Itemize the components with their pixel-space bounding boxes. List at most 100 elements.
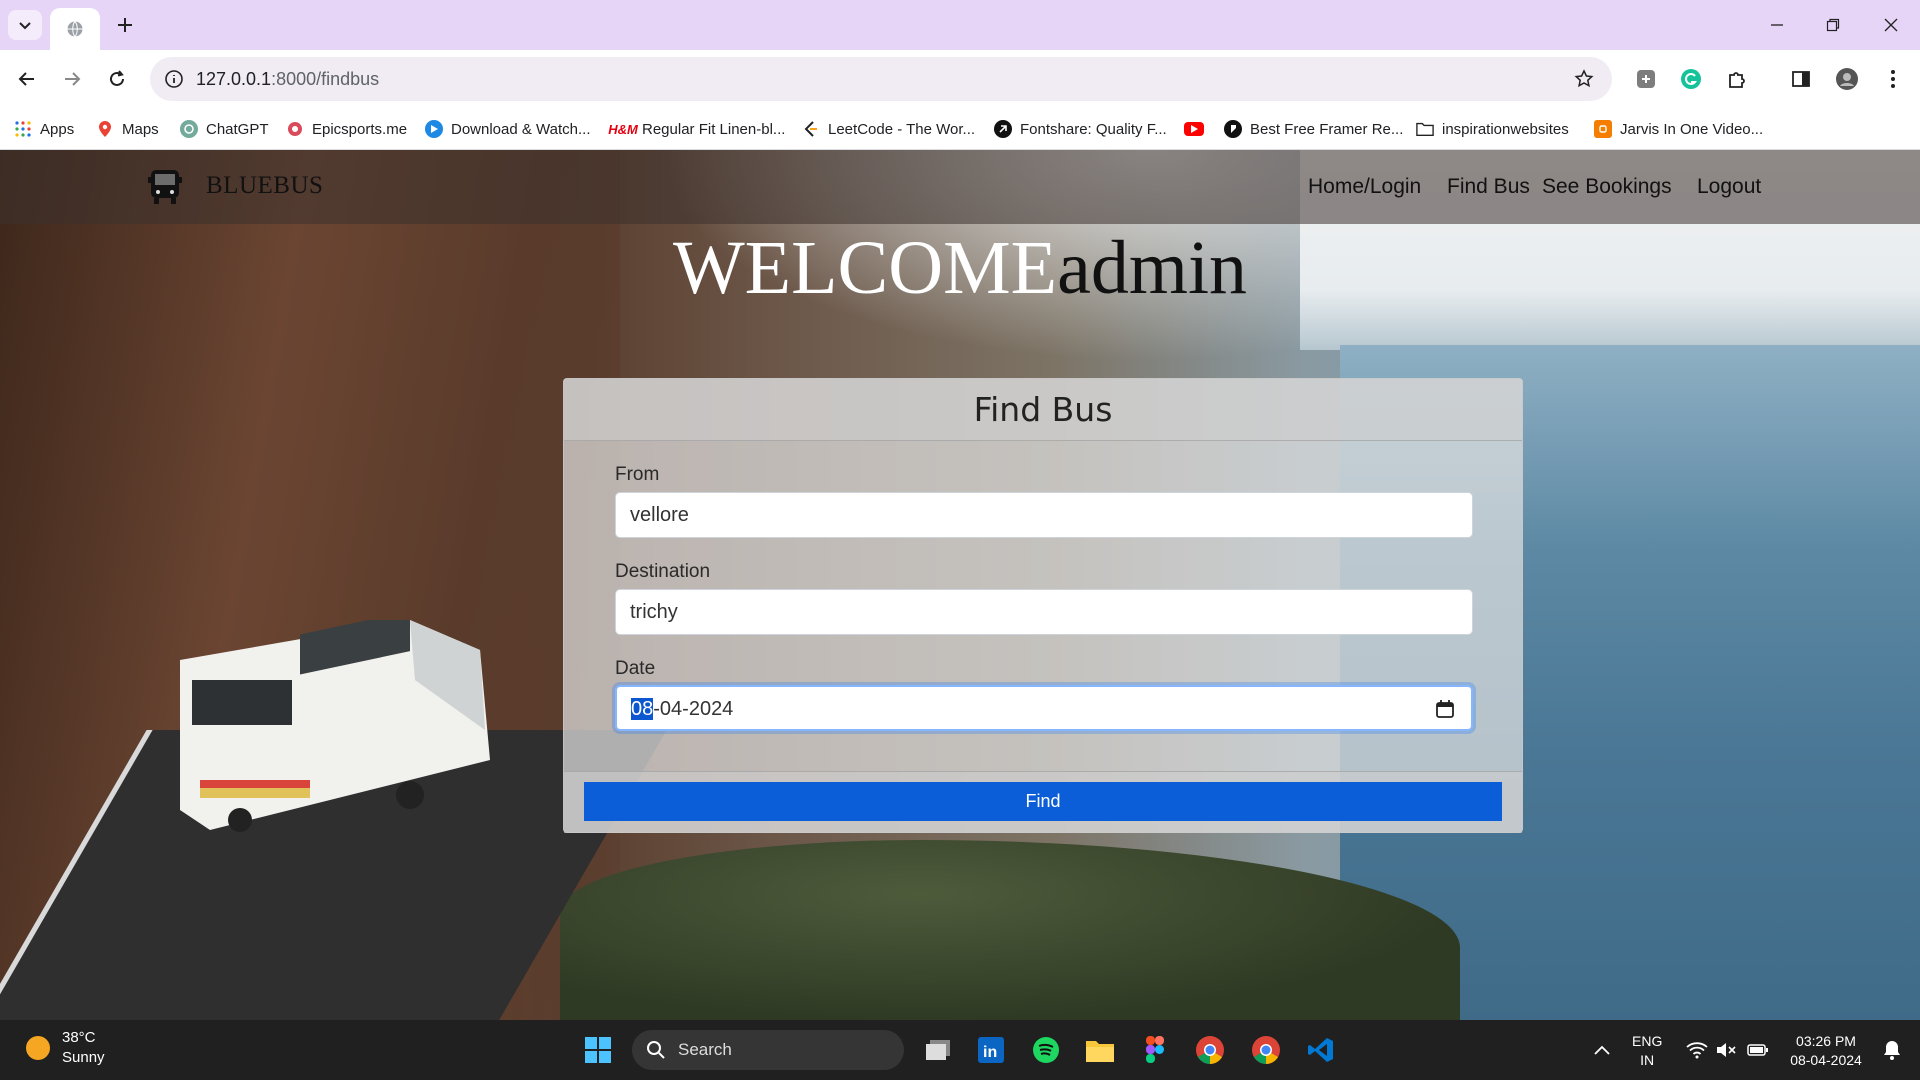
calendar-icon[interactable]	[1435, 699, 1455, 719]
from-label: From	[615, 464, 660, 485]
bookmark-leetcode[interactable]: LeetCode - The Wor...	[802, 116, 975, 142]
new-tab-button[interactable]	[112, 12, 138, 38]
plus-icon	[118, 18, 132, 32]
clock-time: 03:26 PM	[1796, 1033, 1856, 1049]
show-hidden-icons-button[interactable]	[1586, 1034, 1618, 1066]
site-info-icon[interactable]	[162, 67, 186, 91]
date-day-segment[interactable]: 08	[631, 698, 654, 720]
page-viewport: BLUEBUS Home/Login Find Bus See Bookings…	[0, 150, 1920, 1020]
back-button[interactable]	[13, 65, 41, 93]
spotify-app[interactable]	[1030, 1034, 1062, 1066]
bookmark-inspirationwebsites[interactable]: inspirationwebsites	[1416, 116, 1569, 142]
url-path: :8000/findbus	[271, 69, 380, 89]
more-vertical-icon	[1891, 70, 1895, 88]
nav-find-bus[interactable]: Find Bus	[1447, 175, 1530, 199]
epicsports-icon	[286, 120, 304, 138]
maps-icon	[96, 120, 114, 138]
language-code: ENG	[1632, 1033, 1663, 1049]
arrow-left-icon	[18, 72, 34, 86]
hm-icon: H&M	[608, 121, 638, 137]
from-input[interactable]: vellore	[615, 492, 1473, 538]
restore-button[interactable]	[1820, 12, 1846, 38]
background-hill	[560, 840, 1460, 1020]
find-bus-card: Find Bus From vellore Destination trichy…	[563, 378, 1523, 833]
bookmark-regular-fit[interactable]: H&M Regular Fit Linen-bl...	[608, 116, 785, 142]
forward-button[interactable]	[58, 65, 86, 93]
extensions-menu-button[interactable]	[1724, 66, 1750, 92]
notifications-button[interactable]	[1876, 1034, 1908, 1066]
close-window-button[interactable]	[1878, 12, 1904, 38]
nav-home-login[interactable]: Home/Login	[1308, 175, 1421, 199]
grammarly-icon	[1681, 69, 1701, 89]
chrome-active-app[interactable]	[1250, 1034, 1282, 1066]
tab-strip	[0, 0, 1920, 50]
bookmark-framer[interactable]: Best Free Framer Re...	[1224, 116, 1403, 142]
volume-muted-icon	[1717, 1043, 1736, 1057]
date-input[interactable]: 08-04-2024	[615, 685, 1473, 731]
destination-input[interactable]: trichy	[615, 589, 1473, 635]
bookmark-jarvis[interactable]: Jarvis In One Video...	[1594, 116, 1763, 142]
bookmark-apps[interactable]: Apps	[14, 116, 74, 142]
browser-menu-button[interactable]	[1880, 66, 1906, 92]
bookmark-fontshare[interactable]: Fontshare: Quality F...	[994, 116, 1167, 142]
profile-button[interactable]	[1834, 66, 1860, 92]
clock[interactable]: 03:26 PM 08-04-2024	[1784, 1032, 1868, 1070]
vscode-icon	[1308, 1038, 1333, 1062]
welcome-heading: WELCOMEadmin	[0, 230, 1920, 306]
reload-button[interactable]	[103, 65, 131, 93]
extension-button[interactable]	[1633, 66, 1659, 92]
bookmark-chatgpt[interactable]: ChatGPT	[180, 116, 269, 142]
bookmark-star-button[interactable]	[1572, 67, 1596, 91]
minimize-button[interactable]	[1764, 12, 1790, 38]
wifi-button[interactable]	[1681, 1034, 1713, 1066]
card-header: Find Bus	[564, 379, 1522, 441]
weather-widget[interactable]: 38°C Sunny	[26, 1028, 105, 1068]
welcome-username: admin	[1057, 226, 1248, 310]
folder-icon	[1416, 120, 1434, 138]
taskbar-search-label: Search	[678, 1040, 732, 1059]
browser-tab[interactable]	[50, 8, 100, 50]
apps-grid-icon	[14, 120, 32, 138]
svg-text:in: in	[983, 1044, 997, 1061]
bookmark-label: Maps	[122, 120, 159, 138]
bus-icon[interactable]	[148, 168, 182, 206]
volume-button[interactable]	[1710, 1034, 1742, 1066]
bookmark-label: inspirationwebsites	[1442, 120, 1569, 138]
task-view-button[interactable]	[922, 1034, 954, 1066]
spotify-icon	[1033, 1037, 1059, 1063]
grammarly-button[interactable]	[1678, 66, 1704, 92]
language-indicator[interactable]: ENG IN	[1632, 1032, 1662, 1070]
blogger-icon	[1594, 120, 1612, 138]
battery-button[interactable]	[1742, 1034, 1774, 1066]
weather-condition: Sunny	[62, 1049, 105, 1066]
windows-taskbar: 38°C Sunny Search in ENG IN 03:26 PM 08-…	[0, 1020, 1920, 1080]
bookmark-label: Apps	[40, 120, 75, 138]
brand-name[interactable]: BLUEBUS	[206, 172, 323, 200]
nav-logout[interactable]: Logout	[1697, 175, 1761, 199]
tab-search-button[interactable]	[8, 10, 42, 40]
file-explorer-app[interactable]	[1084, 1034, 1116, 1066]
figma-app[interactable]	[1139, 1034, 1171, 1066]
linkedin-app[interactable]: in	[975, 1034, 1007, 1066]
bookmark-label: Download & Watch...	[451, 120, 591, 138]
date-rest-segment[interactable]: -04-2024	[653, 698, 733, 720]
bookmark-label: Jarvis In One Video...	[1620, 120, 1764, 138]
reload-icon	[110, 70, 124, 86]
chrome-app[interactable]	[1194, 1034, 1226, 1066]
weather-temperature: 38°C	[62, 1029, 96, 1046]
start-button[interactable]	[582, 1034, 614, 1066]
bell-icon	[1884, 1041, 1900, 1060]
find-button[interactable]: Find	[584, 782, 1502, 821]
vscode-app[interactable]	[1305, 1034, 1337, 1066]
leetcode-icon	[802, 120, 820, 138]
url-text[interactable]: 127.0.0.1:8000/findbus	[196, 69, 379, 90]
bookmark-epicsports[interactable]: Epicsports.me	[286, 116, 407, 142]
side-panel-button[interactable]	[1788, 66, 1814, 92]
bookmark-maps[interactable]: Maps	[96, 116, 159, 142]
bookmark-youtube[interactable]	[1184, 116, 1204, 142]
nav-see-bookings[interactable]: See Bookings	[1542, 175, 1672, 199]
bookmark-download-watch[interactable]: Download & Watch...	[425, 116, 591, 142]
chrome-icon	[1252, 1036, 1280, 1064]
address-bar[interactable]: 127.0.0.1:8000/findbus	[150, 57, 1612, 101]
taskbar-search[interactable]: Search	[632, 1030, 904, 1070]
